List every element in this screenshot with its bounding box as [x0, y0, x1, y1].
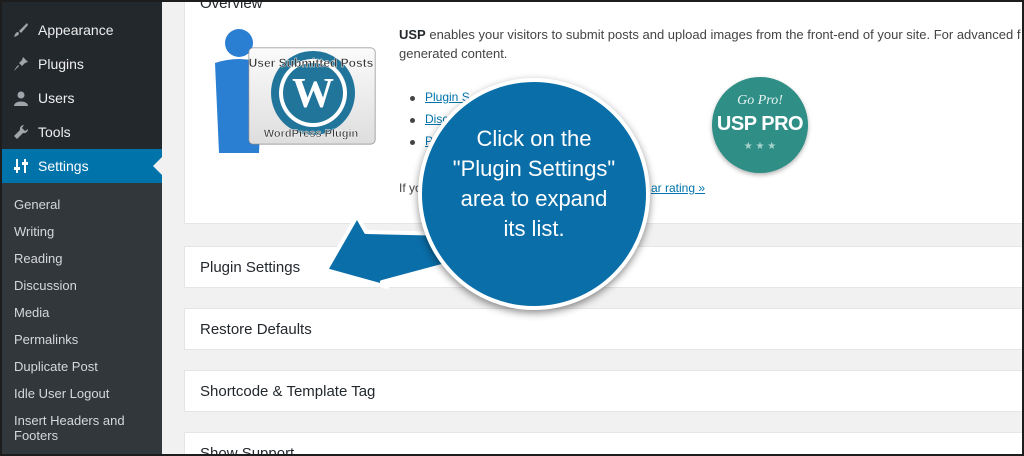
callout-line: area to expand [460, 186, 608, 211]
screenshot-frame: Appearance Plugins Users Tools Settings [0, 0, 1024, 456]
callout-line: its list. [503, 216, 565, 241]
callout-text: Click on the "Plugin Settings" area to e… [427, 124, 641, 244]
callout-line: Click on the [476, 126, 592, 151]
callout-line: "Plugin Settings" [452, 156, 616, 181]
